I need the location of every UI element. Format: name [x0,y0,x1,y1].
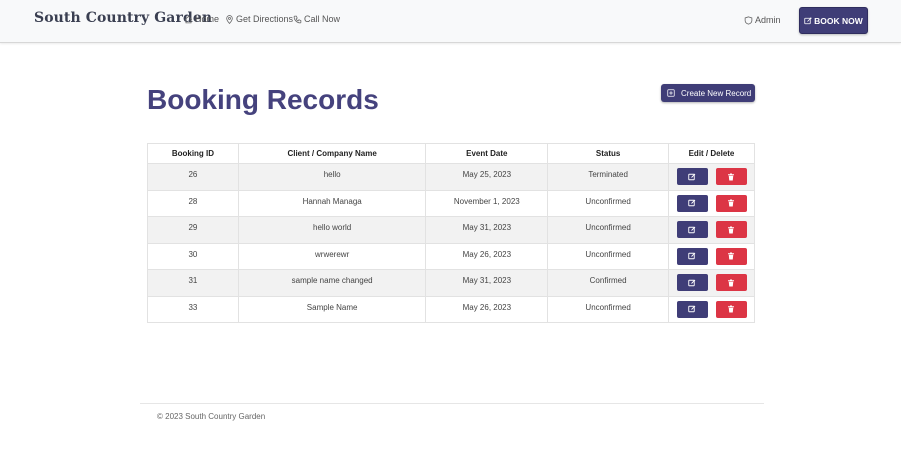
table-header-row: Booking ID Client / Company Name Event D… [147,143,755,164]
navbar: South Country Garden Home Get Directions… [0,0,901,43]
page-title: Booking Records [147,84,379,115]
cell-status: Unconfirmed [547,295,669,323]
table-row: 33 Sample Name May 26, 2023 Unconfirmed [147,295,755,323]
cell-client-name: hello world [237,216,427,244]
cell-actions [668,189,755,217]
cell-event-date: May 31, 2023 [425,269,549,297]
create-new-record-button[interactable]: Create New Record [661,84,755,102]
trash-icon [728,173,734,181]
nav-home-label: Home [195,14,220,24]
table-row: 28 Hannah Managa November 1, 2023 Unconf… [147,189,755,217]
cell-client-name: hello [237,163,427,191]
cell-actions [668,216,755,244]
cell-status: Unconfirmed [547,189,669,217]
booking-records-table: Booking ID Client / Company Name Event D… [147,143,755,323]
trash-icon [728,252,734,260]
delete-button[interactable] [715,168,747,186]
nav-admin-label: Admin [755,15,781,25]
delete-button[interactable] [715,300,747,318]
delete-button[interactable] [715,247,747,265]
header-event-date: Event Date [425,143,549,164]
shield-icon [744,15,753,25]
edit-icon [688,173,696,180]
edit-button[interactable] [676,168,708,186]
cell-event-date: May 25, 2023 [425,163,549,191]
edit-icon [688,305,696,313]
cell-event-date: May 26, 2023 [425,295,549,323]
header-status: Status [547,143,669,164]
cell-event-date: May 26, 2023 [425,242,549,270]
edit-icon [688,279,696,286]
edit-icon [688,226,696,233]
map-pin-icon [226,14,233,24]
edit-icon [804,17,812,24]
book-now-button[interactable]: BOOK NOW [799,7,868,34]
header-client-name: Client / Company Name [237,143,427,164]
trash-icon [728,305,734,313]
edit-button[interactable] [676,221,708,239]
nav-call-label: Call Now [304,14,341,24]
cell-client-name: wrwerewr [237,242,427,270]
table-row: 29 hello world May 31, 2023 Unconfirmed [147,216,755,244]
nav-home-link[interactable]: Home [184,14,219,24]
footer-divider [140,403,764,404]
trash-icon [728,279,734,287]
footer-copyright: © 2023 South Country Garden [157,412,266,421]
nav-call-link[interactable]: Call Now [293,14,340,24]
cell-actions [668,269,755,297]
edit-button[interactable] [676,300,708,318]
header-edit-delete: Edit / Delete [668,143,755,164]
cell-booking-id: 33 [147,295,239,323]
delete-button[interactable] [715,274,747,292]
edit-icon [688,252,696,260]
cell-event-date: November 1, 2023 [425,189,549,217]
cell-status: Terminated [547,163,669,191]
cell-status: Unconfirmed [547,242,669,270]
cell-booking-id: 29 [147,216,239,244]
book-now-label: BOOK NOW [814,15,863,26]
create-new-record-label: Create New Record [681,88,752,98]
trash-icon [728,226,734,234]
cell-client-name: sample name changed [237,269,427,297]
trash-icon [728,199,734,207]
cell-actions [668,163,755,191]
cell-booking-id: 28 [147,189,239,217]
table-row: 30 wrwerewr May 26, 2023 Unconfirmed [147,242,755,270]
delete-button[interactable] [715,194,747,212]
cell-booking-id: 26 [147,163,239,191]
header-booking-id: Booking ID [147,143,239,164]
nav-admin-link[interactable]: Admin [744,15,781,25]
delete-button[interactable] [715,221,747,239]
nav-directions-label: Get Directions [236,14,294,24]
phone-icon [293,15,302,23]
plus-square-icon [667,89,675,97]
home-icon [184,15,193,23]
cell-actions [668,295,755,323]
cell-status: Unconfirmed [547,216,669,244]
edit-icon [688,199,696,207]
cell-booking-id: 31 [147,269,239,297]
edit-button[interactable] [676,194,708,212]
cell-actions [668,242,755,270]
table-row: 31 sample name changed May 31, 2023 Conf… [147,269,755,297]
edit-button[interactable] [676,274,708,292]
edit-button[interactable] [676,247,708,265]
cell-client-name: Hannah Managa [237,189,427,217]
nav-directions-link[interactable]: Get Directions [225,14,293,24]
cell-event-date: May 31, 2023 [425,216,549,244]
cell-booking-id: 30 [147,242,239,270]
table-row: 26 hello May 25, 2023 Terminated [147,163,755,191]
cell-status: Confirmed [547,269,669,297]
cell-client-name: Sample Name [237,295,427,323]
